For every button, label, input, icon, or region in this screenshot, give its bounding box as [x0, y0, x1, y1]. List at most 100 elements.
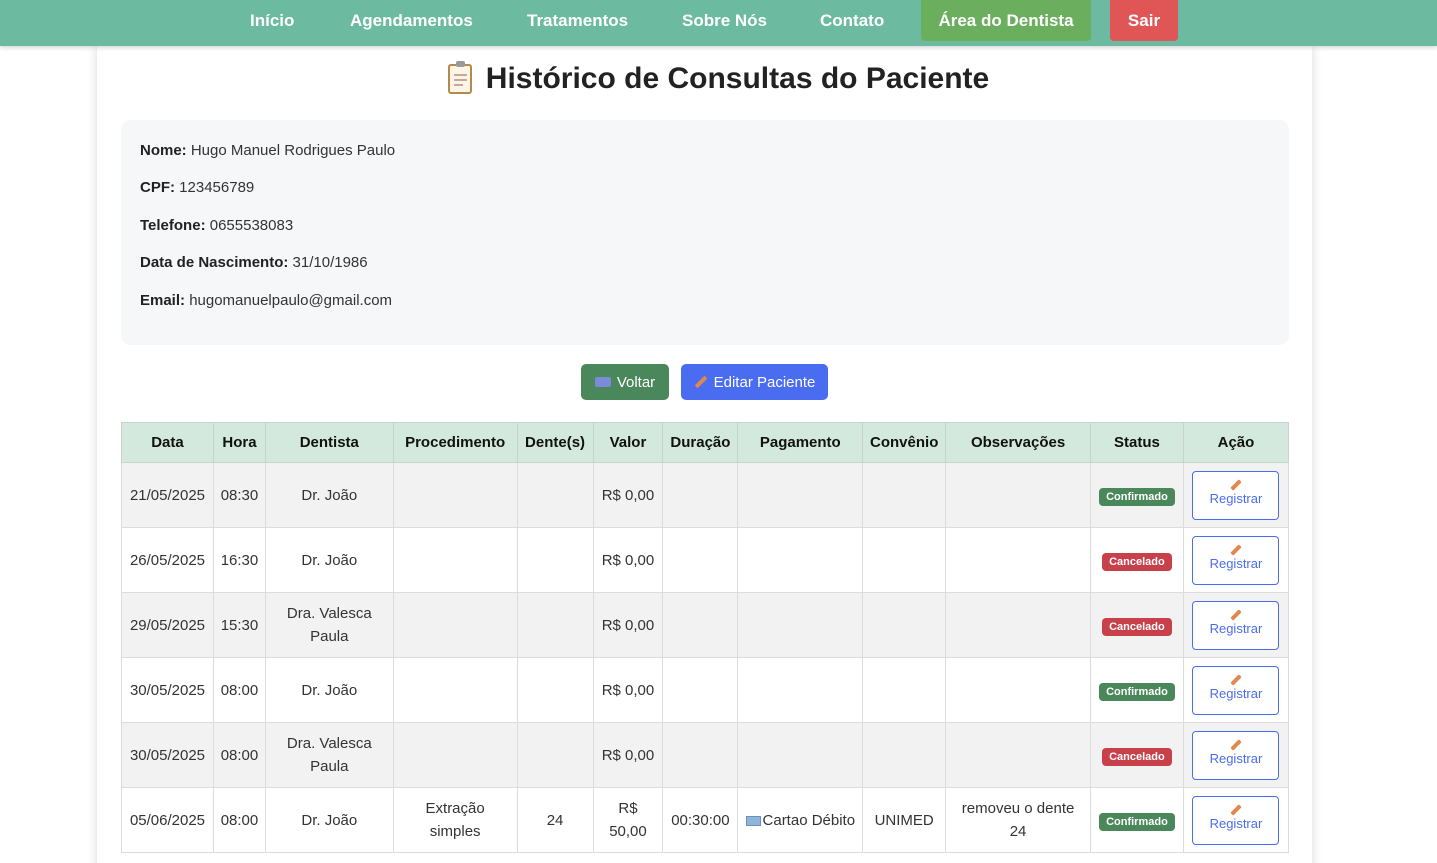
cell-time: 08:30 — [212, 462, 266, 528]
table-row: 26/05/2025 16:30 Dr. João R$ 0,00 Cancelado R… — [121, 527, 1290, 593]
nav-link-contato[interactable]: Contato — [820, 0, 884, 41]
cell-date: 30/05/2025 — [121, 722, 214, 788]
cell-notes — [945, 592, 1091, 658]
pencil-icon — [1230, 479, 1242, 491]
top-navbar: Início Agendamentos Tratamentos Sobre Nó… — [0, 0, 1437, 46]
cell-insurance — [862, 657, 947, 723]
appointments-table: Data Hora Dentista Procedimento Dente(s)… — [121, 422, 1290, 853]
cell-dentist: Dra. Valesca Paula — [264, 592, 394, 658]
pencil-icon — [1230, 804, 1242, 816]
cell-status: Confirmado — [1089, 787, 1184, 853]
cell-teeth-text: 24 — [546, 811, 564, 829]
cell-value: R$ 0,00 — [592, 527, 664, 593]
register-button[interactable]: Registrar — [1192, 795, 1280, 845]
back-button[interactable]: Voltar — [581, 364, 669, 400]
patient-cpf-row: CPF: 123456789 — [140, 179, 254, 196]
cell-date-text: 05/06/2025 — [129, 811, 206, 829]
back-button-label: Voltar — [616, 373, 656, 391]
col-header-data: Data — [121, 422, 214, 463]
status-badge: Confirmado — [1099, 682, 1175, 701]
patient-info-panel: Nome: Hugo Manuel Rodrigues Paulo CPF: 1… — [121, 120, 1289, 345]
cell-action: Registrar — [1182, 592, 1290, 658]
cell-time: 15:30 — [212, 592, 266, 658]
nav-link-sobre-nos[interactable]: Sobre Nós — [682, 0, 767, 41]
patient-birth-label: Data de Nascimento: — [140, 254, 289, 271]
status-badge: Cancelado — [1102, 747, 1172, 766]
nav-link-agendamentos[interactable]: Agendamentos — [350, 0, 473, 41]
register-button[interactable]: Registrar — [1192, 470, 1280, 520]
cell-time-text: 15:30 — [220, 616, 259, 634]
pencil-icon — [1230, 674, 1242, 686]
cell-date: 26/05/2025 — [121, 527, 214, 593]
cell-dentist: Dr. João — [264, 462, 394, 528]
cell-status: Cancelado — [1089, 527, 1184, 593]
cell-value: R$ 0,00 — [592, 592, 664, 658]
cell-value-text: R$ 0,00 — [601, 486, 655, 504]
logout-button[interactable]: Sair — [1110, 0, 1178, 41]
cell-status: Cancelado — [1089, 722, 1184, 788]
cell-date: 05/06/2025 — [121, 787, 214, 853]
cell-dentist-text: Dr. João — [301, 811, 358, 829]
cell-teeth — [516, 592, 594, 658]
cell-dentist-text: Dr. João — [301, 486, 358, 504]
col-header-status: Status — [1089, 422, 1184, 463]
cell-duration-text: 00:30:00 — [671, 811, 730, 829]
table-header-row: Data Hora Dentista Procedimento Dente(s)… — [121, 422, 1290, 463]
cell-date: 29/05/2025 — [121, 592, 214, 658]
register-button-label: Registrar — [1209, 751, 1263, 766]
cell-duration — [662, 592, 739, 658]
cell-payment — [737, 462, 864, 528]
cell-duration: 00:30:00 — [662, 787, 739, 853]
register-button-label: Registrar — [1209, 491, 1263, 506]
cell-dentist-text: Dra. Valesca Paula — [286, 735, 372, 775]
cell-duration — [662, 462, 739, 528]
cell-payment — [737, 657, 864, 723]
col-header-pagamento: Pagamento — [737, 422, 864, 463]
register-button[interactable]: Registrar — [1192, 600, 1280, 650]
edit-patient-button-label: Editar Paciente — [713, 373, 816, 391]
table-row: 05/06/2025 08:00 Dr. João Extração simples 2… — [121, 787, 1290, 853]
cell-date-text: 21/05/2025 — [129, 486, 206, 504]
cell-duration — [662, 722, 739, 788]
edit-patient-button[interactable]: Editar Paciente — [681, 364, 828, 400]
cell-status: Cancelado — [1089, 592, 1184, 658]
table-row: 29/05/2025 15:30 Dra. Valesca Paula R$ 0,00… — [121, 592, 1290, 658]
cell-dentist: Dr. João — [264, 657, 394, 723]
cell-duration — [662, 527, 739, 593]
dentist-area-button[interactable]: Área do Dentista — [921, 0, 1091, 41]
cell-payment — [737, 722, 864, 788]
cell-dentist: Dra. Valesca Paula — [264, 722, 394, 788]
register-button[interactable]: Registrar — [1192, 535, 1280, 585]
cell-date-text: 29/05/2025 — [129, 616, 206, 634]
cell-payment-text: Cartao Débito — [762, 811, 856, 829]
cell-value: R$ 0,00 — [592, 722, 664, 788]
cell-time: 08:00 — [212, 722, 266, 788]
table-row: 21/05/2025 08:30 Dr. João R$ 0,00 Confirmado… — [121, 462, 1290, 528]
cell-payment — [737, 527, 864, 593]
cell-insurance — [862, 592, 947, 658]
register-button[interactable]: Registrar — [1192, 665, 1280, 715]
patient-phone-label: Telefone: — [140, 217, 206, 234]
patient-email-row: Email: hugomanuelpaulo@gmail.com — [140, 292, 392, 309]
cell-insurance — [862, 527, 947, 593]
cell-value: R$ 0,00 — [592, 657, 664, 723]
cell-value-text: R$ 0,00 — [601, 616, 655, 634]
cell-action: Registrar — [1182, 657, 1290, 723]
register-button[interactable]: Registrar — [1192, 730, 1280, 780]
nav-link-tratamentos[interactable]: Tratamentos — [527, 0, 628, 41]
col-header-dentista: Dentista — [264, 422, 394, 463]
cell-dentist: Dr. João — [264, 527, 394, 593]
cell-value-text: R$ 0,00 — [601, 746, 655, 764]
cell-procedure — [392, 657, 518, 723]
page-title: Histórico de Consultas do Paciente — [0, 61, 1437, 96]
cell-procedure — [392, 462, 518, 528]
page-title-text: Histórico de Consultas do Paciente — [485, 62, 990, 95]
cell-time: 08:00 — [212, 657, 266, 723]
status-badge: Confirmado — [1099, 487, 1175, 506]
cell-dentist: Dr. João — [264, 787, 394, 853]
cell-payment: Cartao Débito — [737, 787, 864, 853]
cell-procedure — [392, 592, 518, 658]
nav-link-inicio[interactable]: Início — [250, 0, 294, 41]
cell-payment — [737, 592, 864, 658]
cell-action: Registrar — [1182, 462, 1290, 528]
